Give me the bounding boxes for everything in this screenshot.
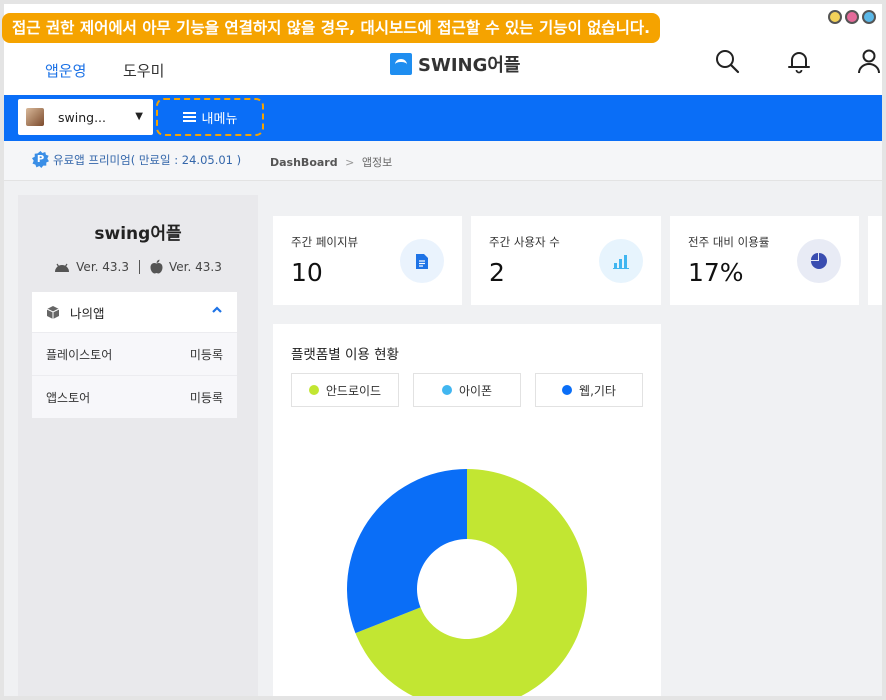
- store-status: 미등록: [189, 347, 223, 362]
- app-toolbar: swing... ▼ 내메뉴: [4, 95, 882, 141]
- brand-name: SWING어플: [418, 55, 521, 76]
- ios-version: Ver. 43.3: [169, 259, 222, 274]
- stat-value: 17%: [688, 258, 744, 287]
- store-row-appstore[interactable]: 앱스토어 미등록: [32, 375, 237, 418]
- store-name: 플레이스토어: [46, 347, 113, 362]
- premium-text: 유료앱 프리미엄( 만료일 : 24.05.01 ): [53, 152, 242, 167]
- pie-chart-icon: [797, 239, 841, 283]
- stat-label: 주간 사용자 수: [489, 235, 560, 249]
- breadcrumb: DashBoard > 앱정보: [270, 154, 392, 170]
- app-title: swing어플: [94, 224, 182, 244]
- stat-card-partial: [868, 216, 882, 305]
- stat-card-usage-rate: 전주 대비 이용률 17%: [670, 216, 859, 305]
- platform-donut-chart: [346, 469, 587, 696]
- premium-badge-icon: P: [32, 151, 49, 168]
- window-controls: [828, 10, 876, 24]
- store-name: 앱스토어: [46, 390, 91, 405]
- stat-value: 2: [489, 258, 505, 287]
- android-version: Ver. 43.3: [76, 259, 129, 274]
- stat-card-weekly-pageviews: 주간 페이지뷰 10: [273, 216, 462, 305]
- notice-banner: 접근 권한 제어에서 아무 기능을 연결하지 않을 경우, 대시보드에 접근할 …: [2, 13, 661, 43]
- window-dot-blue[interactable]: [862, 10, 876, 24]
- caret-down-icon: ▼: [135, 111, 143, 122]
- premium-status: P 유료앱 프리미엄( 만료일 : 24.05.01 ): [32, 151, 241, 168]
- document-icon: [400, 239, 444, 283]
- my-apps-label: 나의앱: [70, 305, 105, 321]
- app-info-panel: swing어플 Ver. 43.3 Ver. 43.3 나의앱 플레이스토어 미…: [18, 195, 258, 696]
- stat-label: 전주 대비 이용률: [688, 235, 770, 249]
- stat-label: 주간 페이지뷰: [291, 235, 359, 249]
- stat-card-weekly-users: 주간 사용자 수 2: [471, 216, 661, 305]
- my-menu-label: 내메뉴: [201, 111, 238, 127]
- app-thumbnail: [26, 108, 44, 126]
- user-icon[interactable]: [856, 48, 882, 74]
- app-window: 앱운영 도우미 SWING어플 swing... ▼ 내메뉴 P 유료앱 프리미…: [4, 4, 882, 696]
- swing-logo-icon: [390, 53, 412, 75]
- android-icon: [55, 263, 70, 272]
- store-status: 미등록: [189, 390, 223, 405]
- app-select-value: swing...: [58, 109, 106, 125]
- apple-icon: [150, 259, 163, 274]
- breadcrumb-separator: >: [345, 156, 355, 169]
- search-icon[interactable]: [714, 48, 740, 74]
- bar-chart-icon: [599, 239, 643, 283]
- platform-usage-card: 플랫폼별 이용 현황 안드로이드 아이폰 웹,기타: [273, 324, 661, 696]
- breadcrumb-current: 앱정보: [361, 156, 393, 169]
- info-bar: P 유료앱 프리미엄( 만료일 : 24.05.01 ) DashBoard >…: [4, 141, 882, 181]
- my-apps-section: 나의앱 플레이스토어 미등록 앱스토어 미등록: [32, 292, 237, 418]
- chevron-up-icon[interactable]: [211, 305, 223, 315]
- stat-value: 10: [291, 258, 323, 287]
- my-menu-button[interactable]: 내메뉴: [156, 98, 264, 136]
- window-dot-pink[interactable]: [845, 10, 859, 24]
- store-row-playstore[interactable]: 플레이스토어 미등록: [32, 332, 237, 375]
- window-dot-yellow[interactable]: [828, 10, 842, 24]
- box-icon: [46, 305, 60, 319]
- app-select-dropdown[interactable]: swing... ▼: [18, 99, 153, 135]
- version-info: Ver. 43.3 Ver. 43.3: [18, 259, 258, 274]
- version-divider: [139, 259, 140, 274]
- hamburger-icon: [182, 112, 196, 122]
- brand-logo[interactable]: SWING어플: [390, 51, 520, 77]
- tab-help[interactable]: 도우미: [123, 60, 164, 81]
- my-apps-header[interactable]: 나의앱: [32, 292, 237, 332]
- donut-slice-2[interactable]: [346, 469, 467, 634]
- tab-app-operation[interactable]: 앱운영: [45, 60, 86, 81]
- breadcrumb-dashboard[interactable]: DashBoard: [270, 156, 338, 169]
- bell-icon[interactable]: [786, 48, 812, 74]
